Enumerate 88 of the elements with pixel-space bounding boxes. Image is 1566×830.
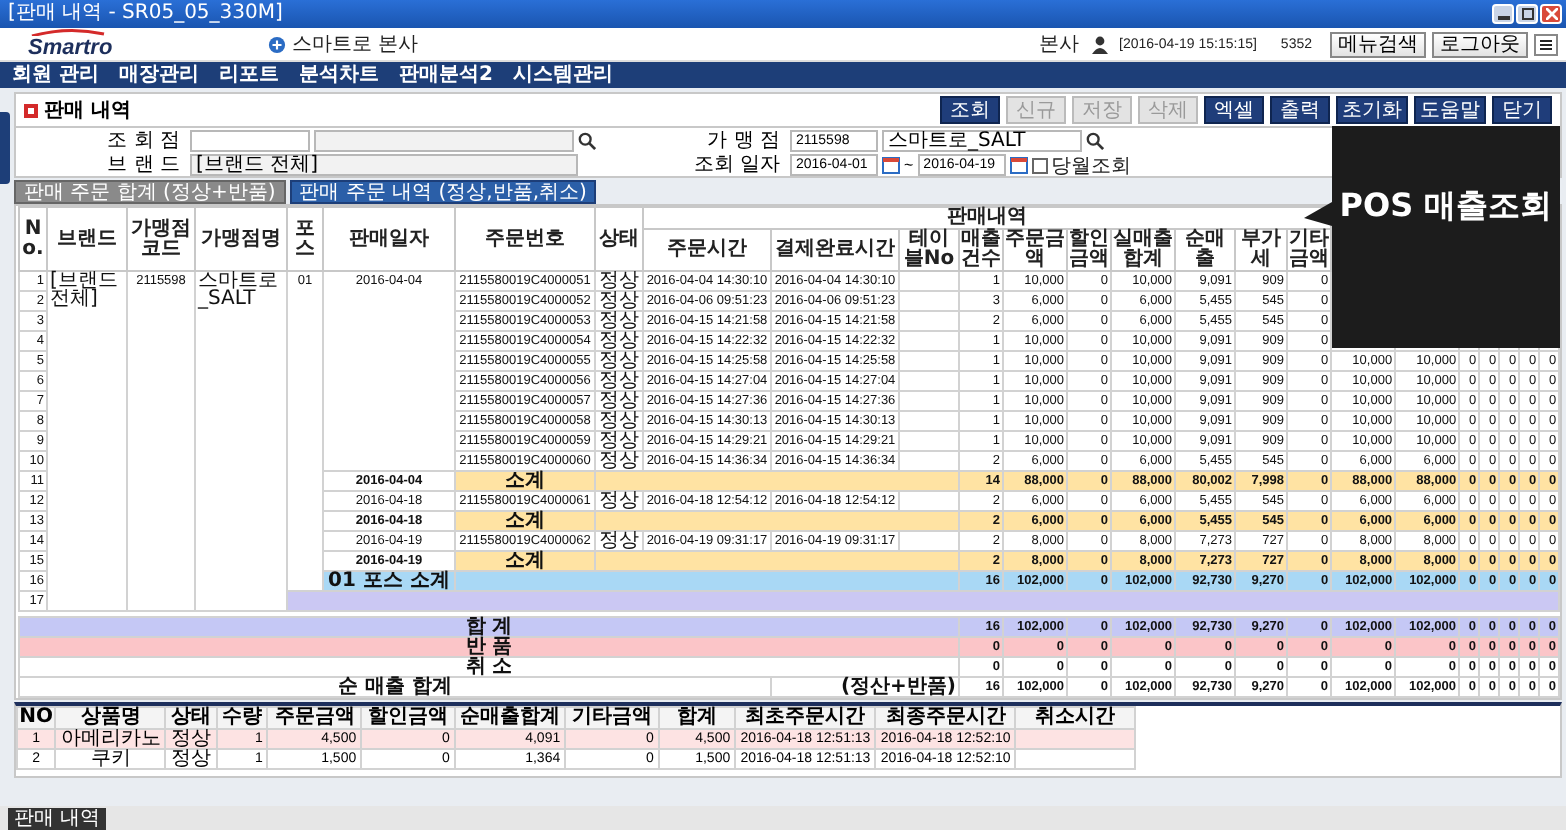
column-header: 수량: [216, 707, 268, 729]
column-header: 순매출: [1175, 229, 1235, 271]
column-header: 주문금액: [267, 707, 362, 729]
monthly-checkbox[interactable]: [1031, 157, 1048, 173]
toolbar-button[interactable]: 엑셀: [1204, 96, 1264, 124]
column-header: 기타금액: [565, 707, 659, 729]
menu-icon[interactable]: [1534, 33, 1558, 55]
column-header: 실매출합계: [1111, 229, 1175, 271]
column-header: 취소시간: [1015, 707, 1135, 729]
bottom-tab[interactable]: 판매 내역: [8, 807, 107, 829]
column-header: 합계: [658, 707, 736, 729]
column-header: 포스: [287, 207, 323, 271]
column-header: 최초주문시간: [735, 707, 876, 729]
column-header: 결제완료시간: [771, 229, 899, 271]
toolbar-button[interactable]: 도움말: [1414, 96, 1486, 124]
column-header: 순매출합계: [454, 707, 566, 729]
calendar-icon[interactable]: [882, 156, 900, 174]
column-header: 테이블No: [899, 229, 959, 271]
menu-item[interactable]: 회원 관리: [12, 63, 99, 87]
tab[interactable]: 판매 주문 내역 (정상,반품,취소): [289, 180, 597, 204]
column-header: 할인금액: [1067, 229, 1111, 271]
menu-item[interactable]: 매장관리: [118, 63, 199, 87]
store-icon: [268, 35, 286, 53]
column-header: NO: [17, 707, 56, 729]
person-icon: [1091, 35, 1108, 53]
column-header: 상태: [165, 707, 217, 729]
toolbar-button[interactable]: 초기화: [1336, 96, 1408, 124]
close-button[interactable]: [1540, 4, 1562, 24]
totals-label: 반 품: [19, 637, 960, 657]
maximize-icon: [1521, 8, 1533, 20]
totals-label: 합 계: [19, 617, 960, 637]
column-header: 주문금액: [1003, 229, 1067, 271]
checkbox-label: 당월조회: [1051, 153, 1132, 179]
column-header: 매출건수: [959, 229, 1003, 271]
column-header: 기타금액: [1287, 229, 1332, 271]
store-name: 스마트로 본사: [292, 32, 421, 58]
header-button[interactable]: 메뉴검색: [1330, 31, 1426, 57]
totals-label: 취 소: [19, 657, 960, 677]
column-header: 최종주문시간: [875, 707, 1016, 729]
group-header: 판매내역: [643, 207, 1332, 229]
column-header: 부가세: [1235, 229, 1287, 271]
toolbar-button[interactable]: 출력: [1270, 96, 1330, 124]
field-label: 브 랜 드: [105, 154, 180, 176]
field-label: 조회 일자: [691, 154, 780, 176]
column-header: 주문번호: [455, 207, 595, 271]
logo: Smartro: [28, 36, 113, 60]
page-title: 판매 내역: [44, 98, 133, 124]
header-button[interactable]: 로그아웃: [1432, 31, 1528, 57]
pos-total-label: 01 포스 소계: [323, 571, 455, 591]
table-cell: 아메리카노: [55, 729, 166, 749]
store-code-field[interactable]: [190, 130, 310, 152]
menu-item[interactable]: 판매분석2: [398, 63, 493, 87]
search-icon[interactable]: [1086, 132, 1104, 150]
calendar-icon[interactable]: [1009, 156, 1028, 174]
range-separator: ~: [904, 156, 914, 174]
merchant-name-field[interactable]: 스마트로_SALT: [882, 130, 1082, 152]
menu-item[interactable]: 리포트: [218, 63, 279, 87]
column-header: 할인금액: [361, 707, 455, 729]
field-label: 조 회 점: [105, 130, 180, 152]
column-header: 브랜드: [47, 207, 127, 271]
callout-text: POS 매출조회: [1337, 186, 1555, 226]
close-icon: [1545, 8, 1557, 20]
store-name-field[interactable]: [314, 130, 574, 152]
user-name: 본사: [1039, 32, 1080, 58]
toolbar-button[interactable]: 닫기: [1492, 96, 1552, 124]
column-header: 상태: [595, 207, 643, 271]
column-header: 가맹점코드: [127, 207, 195, 271]
column-header: No.: [19, 207, 47, 271]
logo-swoosh-icon: [28, 28, 108, 36]
window-title: [판매 내역 - SR05_05_330M]: [8, 2, 283, 26]
menu-item[interactable]: 시스템관리: [512, 63, 613, 87]
title-marker-icon: [24, 103, 38, 117]
column-header: 주문시간: [643, 229, 771, 271]
column-header: 판매일자: [323, 207, 455, 271]
minimize-button[interactable]: [1492, 4, 1514, 24]
sidebar-toggle[interactable]: [0, 112, 10, 184]
toolbar-button[interactable]: 조회: [940, 96, 1000, 124]
maximize-button[interactable]: [1516, 4, 1538, 24]
table-cell: 스마트로_SALT: [195, 271, 287, 611]
field-label: 가 맹 점: [705, 130, 780, 152]
column-header: 가맹점명: [195, 207, 287, 271]
menu-item[interactable]: 분석차트: [298, 63, 379, 87]
brand-select[interactable]: [브랜드 전체]: [190, 154, 578, 176]
column-header: 상품명: [55, 707, 166, 729]
table-cell: [브랜드 전체]: [47, 271, 127, 611]
totals-label: 순 매출 합계: [19, 677, 771, 697]
totals-note: (정산+반품): [771, 677, 960, 697]
search-icon[interactable]: [578, 132, 596, 150]
